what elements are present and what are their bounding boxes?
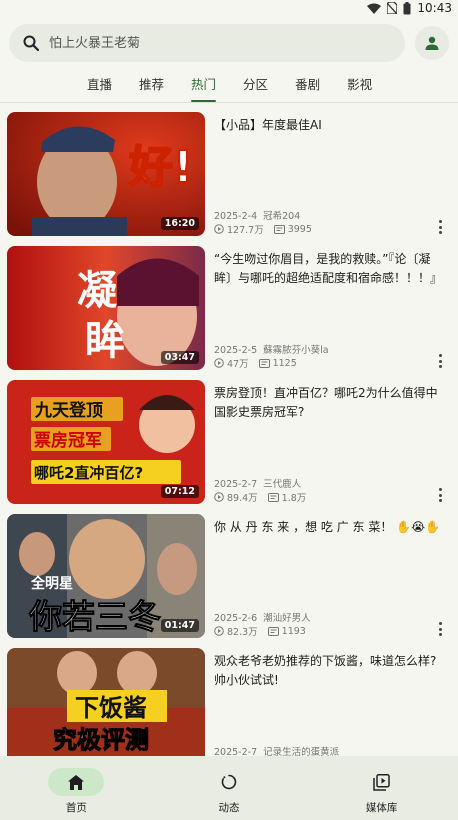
video-list: 好! 16:20 【小品】年度最佳AI 2025-2-4 冠希204 127.7万… <box>0 112 458 782</box>
danmaku-count: 1125 <box>272 357 297 369</box>
nav-label: 媒体库 <box>365 802 398 814</box>
activity-icon <box>201 768 257 796</box>
nav-library[interactable]: 媒体库 <box>305 756 458 820</box>
video-meta: 2025-2-7 三代鹿人 <box>214 476 307 490</box>
nav-label: 首页 <box>65 802 87 814</box>
upload-date: 2025-2-6 <box>214 613 258 624</box>
danmaku-count: 1.8万 <box>281 493 307 504</box>
author-name[interactable]: 潮汕好男人 <box>263 613 311 624</box>
duration-badge: 16:20 <box>160 217 199 230</box>
video-item[interactable]: 九天登顶 票房冠军 哪吒2直冲百亿? 07:12 票房登顶！直冲百亿？哪吒2为什… <box>0 380 458 514</box>
home-icon <box>48 768 105 796</box>
danmaku-count: 3995 <box>287 223 312 235</box>
category-tabs: 直播 推荐 热门 分区 番剧 影视 <box>0 74 458 102</box>
danmaku-count: 1193 <box>281 625 306 637</box>
video-title[interactable]: 票房登顶！直冲百亿？哪吒2为什么值得中国影史票房冠军? <box>214 384 448 422</box>
thumb-caption: 票房冠军 <box>34 430 102 451</box>
status-icons: 10:43 <box>367 1 452 15</box>
video-item[interactable]: 好! 16:20 【小品】年度最佳AI 2025-2-4 冠希204 127.7万… <box>0 112 458 246</box>
thumb-caption: 你若三冬 <box>28 597 161 636</box>
thumb-caption: 好! <box>128 142 193 193</box>
tab-film[interactable]: 影视 <box>347 74 372 96</box>
upload-date: 2025-2-5 <box>214 345 258 356</box>
tab-anime[interactable]: 番剧 <box>295 74 320 96</box>
video-thumbnail[interactable]: 全明星 你若三冬 01:47 <box>7 514 205 638</box>
duration-badge: 01:47 <box>160 619 199 632</box>
video-meta: 2025-2-6 潮汕好男人 <box>214 610 317 624</box>
no-sim-icon <box>387 2 398 14</box>
video-thumbnail[interactable]: 好! 16:20 <box>7 112 205 236</box>
library-icon <box>354 768 410 796</box>
tab-partition[interactable]: 分区 <box>243 74 268 96</box>
play-count-icon <box>214 358 224 368</box>
account-icon <box>425 36 439 50</box>
nav-label: 动态 <box>218 802 240 814</box>
video-stats: 127.7万 3995 <box>214 222 312 236</box>
battery-icon <box>403 1 411 14</box>
wifi-icon <box>367 3 382 14</box>
play-count-icon <box>214 492 224 502</box>
author-name[interactable]: 三代鹿人 <box>263 479 301 490</box>
play-count-icon <box>214 224 224 234</box>
video-title[interactable]: 【小品】年度最佳AI <box>214 116 448 135</box>
danmaku-icon <box>258 358 270 368</box>
video-thumbnail[interactable]: 九天登顶 票房冠军 哪吒2直冲百亿? 07:12 <box>7 380 205 504</box>
view-count: 82.3万 <box>227 627 258 638</box>
nav-home[interactable]: 首页 <box>0 756 153 820</box>
more-options-icon[interactable] <box>436 354 444 368</box>
upload-date: 2025-2-4 <box>214 211 258 222</box>
video-meta: 2025-2-5 蘇霧脓芬小葵la <box>214 342 335 356</box>
nav-activity[interactable]: 动态 <box>153 756 306 820</box>
top-bar <box>9 24 449 62</box>
video-thumbnail[interactable]: 凝 眸 03:47 <box>7 246 205 370</box>
play-count-icon <box>214 626 224 636</box>
search-icon <box>23 35 39 51</box>
tabs-divider <box>0 102 458 103</box>
duration-badge: 07:12 <box>160 485 199 498</box>
more-options-icon[interactable] <box>436 220 444 234</box>
search-input[interactable] <box>49 35 349 51</box>
video-stats: 89.4万 1.8万 <box>214 490 306 504</box>
video-meta: 2025-2-4 冠希204 <box>214 208 306 222</box>
search-bar[interactable] <box>9 24 405 62</box>
danmaku-icon <box>267 492 279 502</box>
thumb-caption: 全明星 <box>30 575 73 592</box>
duration-badge: 03:47 <box>160 351 199 364</box>
thumb-caption: 哪吒2直冲百亿? <box>34 464 143 482</box>
view-count: 89.4万 <box>227 493 258 504</box>
upload-date: 2025-2-7 <box>214 479 258 490</box>
video-stats: 82.3万 1193 <box>214 624 306 638</box>
video-item[interactable]: 凝 眸 03:47 “今生吻过你眉目，是我的救赎。”『论〔凝眸〕与哪吒的超绝适配… <box>0 246 458 380</box>
video-title[interactable]: 观众老爷老奶推荐的下饭酱，味道怎么样?帅小伙试试! <box>214 652 448 690</box>
thumb-caption: 眸 <box>85 318 125 364</box>
thumb-caption: 究极评测 <box>53 726 149 754</box>
more-options-icon[interactable] <box>436 488 444 502</box>
author-name[interactable]: 冠希204 <box>263 211 300 222</box>
video-title[interactable]: 你 从 丹 东 来 ，想 吃 广 东 菜！ ✋😭✋ <box>214 518 448 537</box>
danmaku-icon <box>273 224 285 234</box>
video-stats: 47万 1125 <box>214 356 297 370</box>
view-count: 47万 <box>227 359 249 370</box>
video-item[interactable]: 全明星 你若三冬 01:47 你 从 丹 东 来 ，想 吃 广 东 菜！ ✋😭✋… <box>0 514 458 648</box>
danmaku-icon <box>267 626 279 636</box>
video-title[interactable]: “今生吻过你眉目，是我的救赎。”『论〔凝眸〕与哪吒的超绝适配度和宿命感！！！』 <box>214 250 448 288</box>
status-bar: 10:43 <box>0 0 458 16</box>
status-time: 10:43 <box>417 1 452 15</box>
bottom-nav: 首页 动态 媒体库 <box>0 756 458 820</box>
more-options-icon[interactable] <box>436 622 444 636</box>
author-name[interactable]: 蘇霧脓芬小葵la <box>263 345 328 356</box>
avatar-button[interactable] <box>415 26 449 60</box>
thumb-caption: 凝 <box>77 268 117 314</box>
thumb-caption: 九天登顶 <box>34 400 103 421</box>
view-count: 127.7万 <box>227 225 264 236</box>
tab-hot[interactable]: 热门 <box>191 74 217 102</box>
video-thumbnail[interactable]: 下饭酱 究极评测 <box>7 648 205 772</box>
tab-recommend[interactable]: 推荐 <box>139 74 164 96</box>
thumb-caption: 下饭酱 <box>75 694 147 722</box>
tab-live[interactable]: 直播 <box>87 74 112 96</box>
